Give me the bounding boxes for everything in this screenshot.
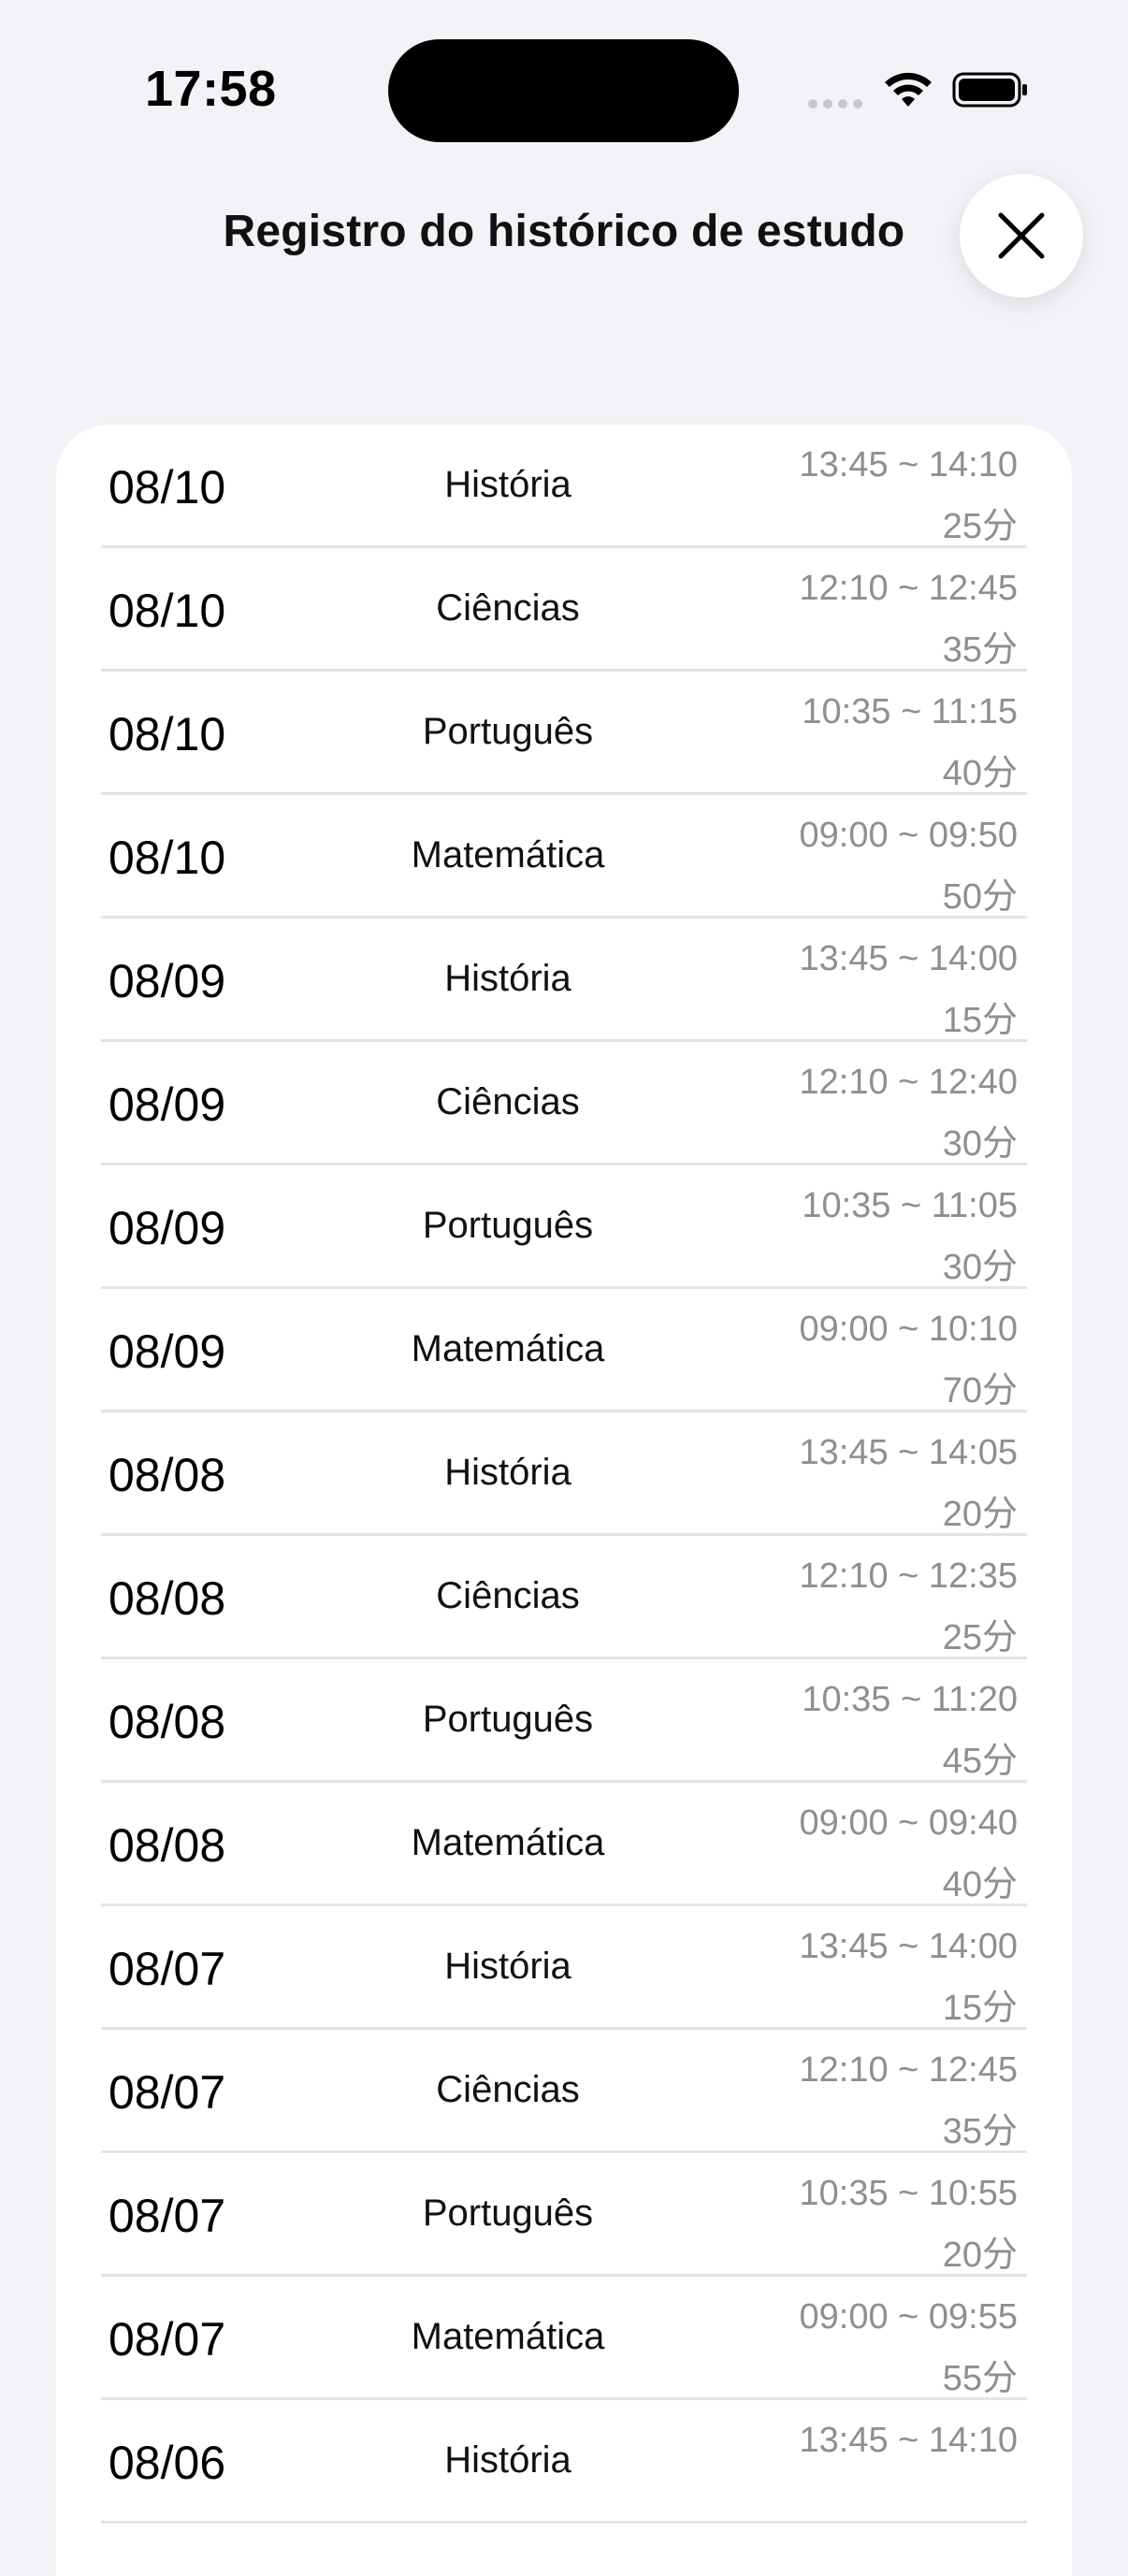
record-date: 08/10 (108, 708, 226, 760)
record-time: 09:00 ~ 10:10 70分 (800, 1298, 1019, 1422)
record-subject: História (444, 2439, 571, 2481)
record-time: 13:45 ~ 14:05 20分 (800, 1422, 1019, 1545)
record-time-range: 12:10 ~ 12:40 (799, 1063, 1019, 1102)
list-item[interactable]: 08/07 História 13:45 ~ 14:00 15分 (101, 1906, 1027, 2030)
record-date: 08/09 (108, 955, 226, 1007)
record-time: 10:35 ~ 10:55 20分 (800, 2163, 1019, 2286)
record-subject: Matemática (411, 1328, 605, 1369)
row-divider (101, 2521, 1027, 2524)
battery-icon (952, 72, 1027, 108)
record-time-range: 12:10 ~ 12:45 (799, 2050, 1019, 2090)
record-time: 12:10 ~ 12:45 35分 (800, 557, 1019, 681)
list-item[interactable]: 08/06 História 13:45 ~ 14:10 (101, 2400, 1027, 2524)
list-item[interactable]: 08/08 História 13:45 ~ 14:05 20分 (101, 1412, 1027, 1536)
record-time: 09:00 ~ 09:50 50分 (800, 804, 1019, 928)
record-time-range: 12:10 ~ 12:45 (799, 569, 1019, 608)
record-date: 08/08 (108, 1572, 226, 1625)
record-time-range: 10:35 ~ 11:05 (802, 1186, 1018, 1225)
record-time-range: 13:45 ~ 14:10 (799, 2421, 1019, 2460)
wifi-icon (885, 72, 932, 107)
record-time: 12:10 ~ 12:35 25分 (800, 1545, 1019, 1669)
status-time: 17:58 (145, 61, 277, 117)
record-date: 08/06 (108, 2437, 226, 2489)
list-item[interactable]: 08/09 História 13:45 ~ 14:00 15分 (101, 919, 1027, 1042)
record-time-range: 10:35 ~ 10:55 (799, 2174, 1019, 2213)
list-item[interactable]: 08/09 Matemática 09:00 ~ 10:10 70分 (101, 1289, 1027, 1412)
record-time: 10:35 ~ 11:15 40分 (802, 681, 1018, 804)
record-time: 12:10 ~ 12:45 35分 (800, 2039, 1019, 2163)
record-subject: Matemática (411, 834, 605, 876)
record-time-range: 10:35 ~ 11:15 (802, 692, 1018, 731)
record-subject: História (444, 464, 571, 505)
record-subject: Matemática (411, 2316, 605, 2357)
record-subject: História (444, 958, 571, 999)
record-subject: História (444, 1452, 571, 1493)
record-subject: Ciências (436, 1575, 580, 1616)
record-date: 08/07 (108, 2190, 226, 2242)
study-history-list[interactable]: 08/10 História 13:45 ~ 14:10 25分 08/10 Ciênci… (56, 425, 1072, 2576)
list-item[interactable]: 08/10 História 13:45 ~ 14:10 25分 (101, 425, 1027, 548)
record-date: 08/08 (108, 1449, 226, 1501)
record-time: 10:35 ~ 11:05 30分 (802, 1175, 1018, 1298)
list-item[interactable]: 08/07 Português 10:35 ~ 10:55 20分 (101, 2153, 1027, 2277)
list-item[interactable]: 08/10 Matemática 09:00 ~ 09:50 50分 (101, 795, 1027, 919)
record-subject: Português (422, 2192, 594, 2234)
record-subject: Ciências (436, 1081, 580, 1122)
record-subject: Português (422, 1205, 594, 1246)
record-date: 08/09 (108, 1078, 226, 1131)
record-date: 08/08 (108, 1819, 226, 1872)
dynamic-island (388, 39, 739, 142)
list-item[interactable]: 08/10 Português 10:35 ~ 11:15 40分 (101, 672, 1027, 795)
record-time: 13:45 ~ 14:00 15分 (800, 1916, 1019, 2039)
record-time: 13:45 ~ 14:00 15分 (800, 928, 1019, 1051)
list-item[interactable]: 08/09 Ciências 12:10 ~ 12:40 30分 (101, 1042, 1027, 1165)
record-time: 13:45 ~ 14:10 (800, 2410, 1019, 2471)
close-button[interactable] (960, 174, 1083, 297)
status-bar: 17:58 (0, 0, 1128, 142)
record-subject: Português (422, 1699, 594, 1740)
record-date: 08/10 (108, 585, 226, 637)
record-time: 10:35 ~ 11:20 45分 (802, 1669, 1018, 1792)
list-item[interactable]: 08/08 Matemática 09:00 ~ 09:40 40分 (101, 1783, 1027, 1906)
list-item[interactable]: 08/09 Português 10:35 ~ 11:05 30分 (101, 1165, 1027, 1289)
record-time-range: 09:00 ~ 09:55 (799, 2297, 1019, 2337)
record-date: 08/07 (108, 2313, 226, 2366)
record-time: 13:45 ~ 14:10 25分 (800, 434, 1019, 557)
record-subject: Ciências (436, 587, 580, 629)
record-time-range: 13:45 ~ 14:05 (799, 1433, 1019, 1472)
record-time-range: 13:45 ~ 14:00 (799, 939, 1019, 978)
record-time: 09:00 ~ 09:40 40分 (800, 1792, 1019, 1916)
close-icon (998, 212, 1045, 259)
record-time-range: 09:00 ~ 09:50 (799, 816, 1019, 855)
record-time: 09:00 ~ 09:55 55分 (800, 2286, 1019, 2410)
record-time-range: 10:35 ~ 11:20 (802, 1680, 1018, 1719)
record-subject: Ciências (436, 2069, 580, 2110)
record-subject: Matemática (411, 1822, 605, 1863)
record-subject: Português (422, 711, 594, 752)
record-time-range: 13:45 ~ 14:00 (799, 1927, 1019, 1966)
list-item[interactable]: 08/08 Ciências 12:10 ~ 12:35 25分 (101, 1536, 1027, 1659)
record-date: 08/10 (108, 461, 226, 514)
record-time: 12:10 ~ 12:40 30分 (800, 1051, 1019, 1175)
record-time-range: 09:00 ~ 10:10 (799, 1310, 1019, 1349)
list-item[interactable]: 08/07 Ciências 12:10 ~ 12:45 35分 (101, 2030, 1027, 2153)
record-subject: História (444, 1946, 571, 1987)
record-time-range: 09:00 ~ 09:40 (799, 1803, 1019, 1843)
record-time-range: 12:10 ~ 12:35 (799, 1556, 1019, 1596)
record-date: 08/09 (108, 1325, 226, 1378)
record-date: 08/10 (108, 832, 226, 884)
record-date: 08/07 (108, 1943, 226, 1995)
record-date: 08/09 (108, 1202, 226, 1254)
record-date: 08/08 (108, 1696, 226, 1748)
list-item[interactable]: 08/10 Ciências 12:10 ~ 12:45 35分 (101, 548, 1027, 672)
record-time-range: 13:45 ~ 14:10 (799, 445, 1019, 485)
list-item[interactable]: 08/07 Matemática 09:00 ~ 09:55 55分 (101, 2277, 1027, 2400)
record-date: 08/07 (108, 2066, 226, 2119)
cellular-signal-icon (808, 99, 862, 109)
list-item[interactable]: 08/08 Português 10:35 ~ 11:20 45分 (101, 1659, 1027, 1783)
